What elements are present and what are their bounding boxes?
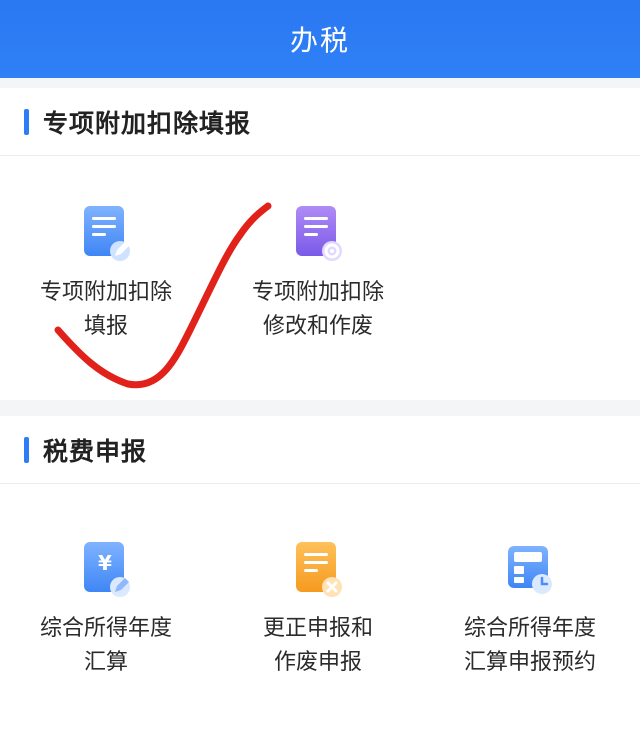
section-header: 专项附加扣除填报 [0, 88, 640, 156]
document-cancel-icon [296, 542, 342, 597]
tax-filing-section: 税费申报 ¥ 综合所得年度 汇算 更正申报和 作废申报 综合所得年度 汇算申报预… [0, 416, 640, 743]
deduction-fill-tile[interactable]: 专项附加扣除 填报 [0, 206, 212, 344]
app-header: 办税 [0, 0, 640, 78]
deduction-grid: 专项附加扣除 填报 专项附加扣除 修改和作废 [0, 156, 640, 400]
section-header: 税费申报 [0, 416, 640, 484]
tile-label: 专项附加扣除 填报 [39, 280, 172, 339]
deduction-modify-tile[interactable]: 专项附加扣除 修改和作废 [212, 206, 424, 344]
tile-label: 专项附加扣除 修改和作废 [251, 280, 384, 339]
section-accent-bar [24, 108, 29, 135]
section-title: 税费申报 [43, 436, 148, 466]
yuan-document-icon: ¥ [84, 542, 130, 597]
tile-label: 更正申报和 作废申报 [262, 616, 373, 675]
tile-label: 综合所得年度 汇算申报预约 [463, 616, 596, 675]
section-title: 专项附加扣除填报 [43, 108, 252, 138]
form-settings-icon [296, 206, 342, 261]
tax-grid: ¥ 综合所得年度 汇算 更正申报和 作废申报 综合所得年度 汇算申报预约 [0, 484, 640, 743]
settlement-appointment-tile[interactable]: 综合所得年度 汇算申报预约 [424, 542, 636, 680]
section-accent-bar [24, 436, 29, 463]
annual-settlement-tile[interactable]: ¥ 综合所得年度 汇算 [0, 542, 212, 680]
deduction-section: 专项附加扣除填报 专项附加扣除 填报 专项附加扣除 修改和作废 [0, 88, 640, 400]
form-edit-icon [84, 206, 130, 261]
svg-text:¥: ¥ [98, 551, 112, 575]
page-title: 办税 [289, 24, 350, 57]
correction-tile[interactable]: 更正申报和 作废申报 [212, 542, 424, 680]
tile-label: 综合所得年度 汇算 [39, 616, 172, 675]
calendar-clock-icon [508, 546, 552, 594]
